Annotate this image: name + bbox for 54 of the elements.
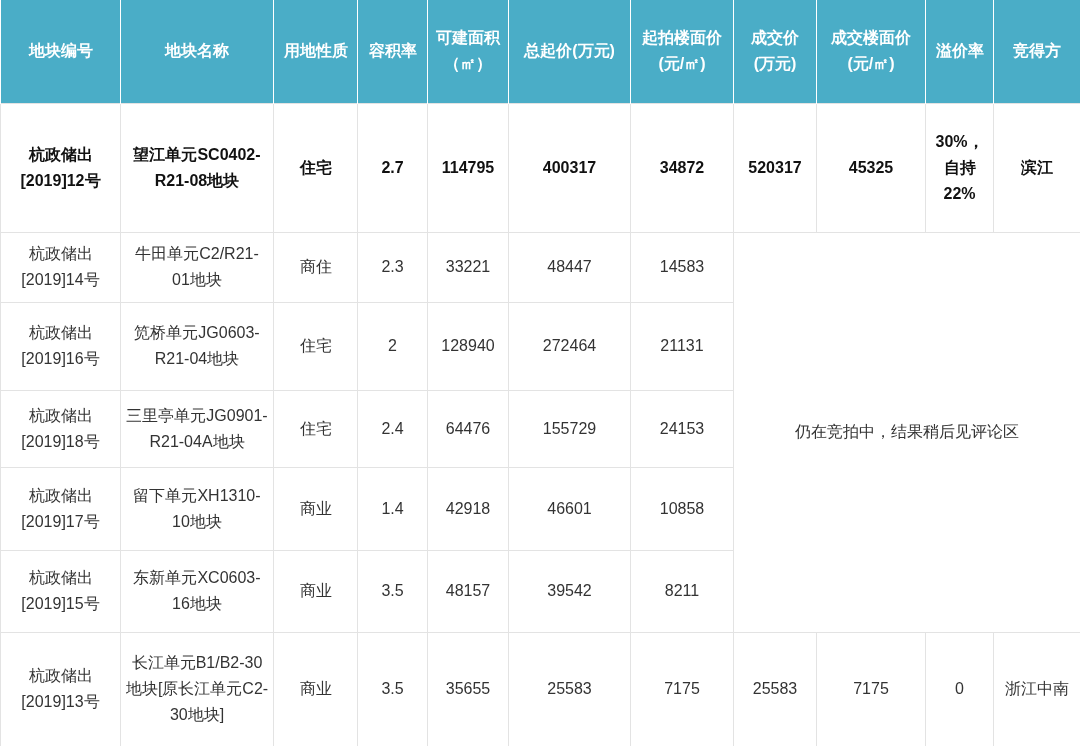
column-header: 成交价(万元) [733,0,817,103]
table-cell: 272464 [508,302,631,390]
table-cell: 住宅 [273,302,358,390]
table-cell: 33221 [427,232,509,302]
table-cell: 住宅 [273,103,358,232]
table-cell: 520317 [733,103,817,232]
table-cell: 三里亭单元JG0901-R21-04A地块 [120,390,274,467]
table-cell: 杭政储出 [2019]12号 [0,103,121,232]
table-cell: 1.4 [357,467,428,550]
table-cell: 45325 [816,103,926,232]
column-header: 竞得方 [993,0,1080,103]
table-cell: 杭政储出 [2019]17号 [0,467,121,550]
table-cell: 14583 [630,232,734,302]
table-cell: 42918 [427,467,509,550]
column-header: 可建面积（㎡） [427,0,509,103]
table-cell: 商业 [273,467,358,550]
column-header: 地块编号 [0,0,121,103]
column-header: 用地性质 [273,0,358,103]
table-cell: 64476 [427,390,509,467]
table-cell: 杭政储出 [2019]18号 [0,390,121,467]
table-cell: 牛田单元C2/R21- 01地块 [120,232,274,302]
table-cell: 2.4 [357,390,428,467]
table-cell: 3.5 [357,550,428,632]
table-cell: 商业 [273,550,358,632]
table-cell: 住宅 [273,390,358,467]
table-cell: 杭政储出 [2019]16号 [0,302,121,390]
table-cell: 155729 [508,390,631,467]
table-cell: 商住 [273,232,358,302]
table-cell: 2.3 [357,232,428,302]
column-header: 地块名称 [120,0,274,103]
table-cell: 杭政储出 [2019]13号 [0,632,121,746]
column-header: 溢价率 [925,0,994,103]
column-header: 容积率 [357,0,428,103]
table-cell: 东新单元XC0603- 16地块 [120,550,274,632]
table-cell: 笕桥单元JG0603- R21-04地块 [120,302,274,390]
table-cell: 30%，自持22% [925,103,994,232]
table-cell: 留下单元XH1310- 10地块 [120,467,274,550]
table-cell: 杭政储出 [2019]15号 [0,550,121,632]
table-cell: 杭政储出 [2019]14号 [0,232,121,302]
table-cell: 46601 [508,467,631,550]
table-cell: 128940 [427,302,509,390]
table-cell: 39542 [508,550,631,632]
table-cell: 48157 [427,550,509,632]
column-header: 起拍楼面价(元/㎡) [630,0,734,103]
table-cell: 滨江 [993,103,1080,232]
table-cell: 2 [357,302,428,390]
table-cell: 114795 [427,103,509,232]
table-cell: 400317 [508,103,631,232]
column-header: 成交楼面价(元/㎡) [816,0,926,103]
column-header: 总起价(万元) [508,0,631,103]
table-cell: 34872 [630,103,734,232]
table-cell: 2.7 [357,103,428,232]
table-cell: 望江单元SC0402- R21-08地块 [120,103,274,232]
table-cell: 48447 [508,232,631,302]
